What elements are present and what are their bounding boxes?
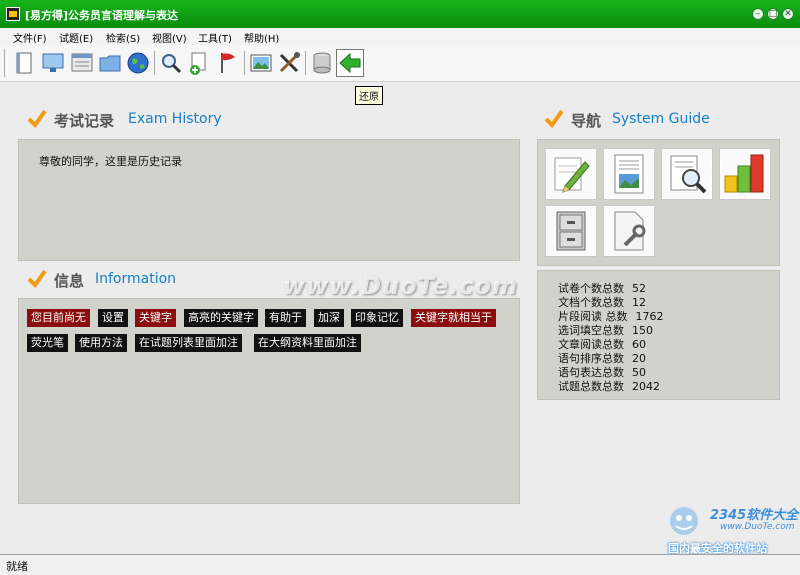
keyword-tag[interactable]: 加深 <box>314 309 344 327</box>
guide-title-en: System Guide <box>612 111 710 127</box>
folder-icon[interactable] <box>96 49 124 77</box>
toolbar <box>0 45 800 82</box>
menu-file[interactable]: 文件(F) <box>13 30 47 45</box>
keyword-tag[interactable]: 荧光笔 <box>27 334 68 352</box>
document-icon[interactable] <box>10 49 38 77</box>
history-title-en: Exam History <box>128 111 222 127</box>
list-icon[interactable] <box>68 49 96 77</box>
toolbar-separator <box>154 51 155 75</box>
info-panel: 您目前尚无 设置 关键字 高亮的关键字 有助于 加深 印象记忆 关键字就相当于 … <box>18 298 520 504</box>
stats-panel: 试卷个数总数 52 文档个数总数 12 片段阅读 总数 1762 选词填空总数 150 … <box>537 270 780 400</box>
menu-questions[interactable]: 试题(E) <box>59 30 93 45</box>
history-text: 尊敬的同学，这里是历史记录 <box>39 155 182 168</box>
history-title: 考试记录 <box>54 112 115 130</box>
menu-search[interactable]: 检索(S) <box>106 30 140 45</box>
add-document-icon[interactable] <box>185 49 213 77</box>
keyword-tag[interactable]: 关键字 <box>135 309 176 327</box>
window-title: [易方得]公务员言语理解与表达 <box>25 9 179 22</box>
menu-tools[interactable]: 工具(T) <box>198 30 232 45</box>
tools-icon[interactable] <box>275 49 303 77</box>
title-bar[interactable]: [易方得]公务员言语理解与表达 – □ ✕ <box>0 0 800 28</box>
checkmark-icon <box>27 109 47 128</box>
close-button[interactable]: ✕ <box>782 8 794 20</box>
info-title: 信息 <box>54 272 85 290</box>
flag-icon[interactable] <box>214 49 242 77</box>
menu-bar: 文件(F) 试题(E) 检索(S) 视图(V) 工具(T) 帮助(H) <box>0 28 800 45</box>
maximize-button[interactable]: □ <box>767 8 779 20</box>
keyword-tag[interactable]: 使用方法 <box>75 334 127 352</box>
app-icon <box>6 7 20 21</box>
keyword-tag[interactable]: 在试题列表里面加注 <box>135 334 242 352</box>
keyword-tag[interactable]: 有助于 <box>265 309 306 327</box>
watermark-duote: www.DuoTe.com <box>283 272 518 300</box>
brand-url: www.DuoTe.com <box>720 522 795 532</box>
mascot-logo <box>670 507 698 535</box>
keyword-tag[interactable]: 关键字就相当于 <box>411 309 496 327</box>
menu-help[interactable]: 帮助(H) <box>244 30 279 45</box>
checkmark-icon <box>544 109 564 128</box>
minimize-button[interactable]: – <box>752 8 764 20</box>
tooltip: 还原 <box>355 86 383 105</box>
info-title-en: Information <box>95 271 177 287</box>
keyword-tag[interactable]: 印象记忆 <box>351 309 403 327</box>
keyword-tag[interactable]: 设置 <box>98 309 128 327</box>
stat-row: 试题总数总数 2042 <box>558 380 660 393</box>
keyword-tag[interactable]: 高亮的关键字 <box>184 309 258 327</box>
bar-chart-icon[interactable] <box>720 149 770 199</box>
history-panel: 尊敬的同学，这里是历史记录 <box>18 139 520 261</box>
toolbar-grip[interactable] <box>4 49 8 77</box>
status-bar: 就绪 <box>0 554 800 575</box>
guide-title: 导航 <box>571 112 602 130</box>
magnifier-document-icon[interactable] <box>662 149 712 199</box>
keyword-tag[interactable]: 您目前尚无 <box>27 309 90 327</box>
search-icon[interactable] <box>157 49 185 77</box>
checkmark-icon <box>27 269 47 288</box>
database-icon[interactable] <box>308 49 336 77</box>
keyword-tag[interactable]: 在大纲资料里面加注 <box>254 334 361 352</box>
toolbar-separator <box>305 51 306 75</box>
status-text: 就绪 <box>6 560 28 573</box>
globe-icon[interactable] <box>124 49 152 77</box>
brand-name: 2345软件大全 <box>710 508 799 523</box>
menu-view[interactable]: 视图(V) <box>152 30 187 45</box>
filing-cabinet-icon[interactable] <box>546 206 596 256</box>
toolbar-separator <box>244 51 245 75</box>
back-arrow-icon[interactable] <box>336 49 364 77</box>
document-image-icon[interactable] <box>604 149 654 199</box>
watermark-2345: 2345软件大全 www.DuoTe.com 国内最安全的软件站 <box>660 502 800 555</box>
guide-panel <box>537 139 780 266</box>
pencil-notepad-icon[interactable] <box>546 149 596 199</box>
monitor-icon[interactable] <box>39 49 67 77</box>
image-icon[interactable] <box>247 49 275 77</box>
document-wrench-icon[interactable] <box>604 206 654 256</box>
